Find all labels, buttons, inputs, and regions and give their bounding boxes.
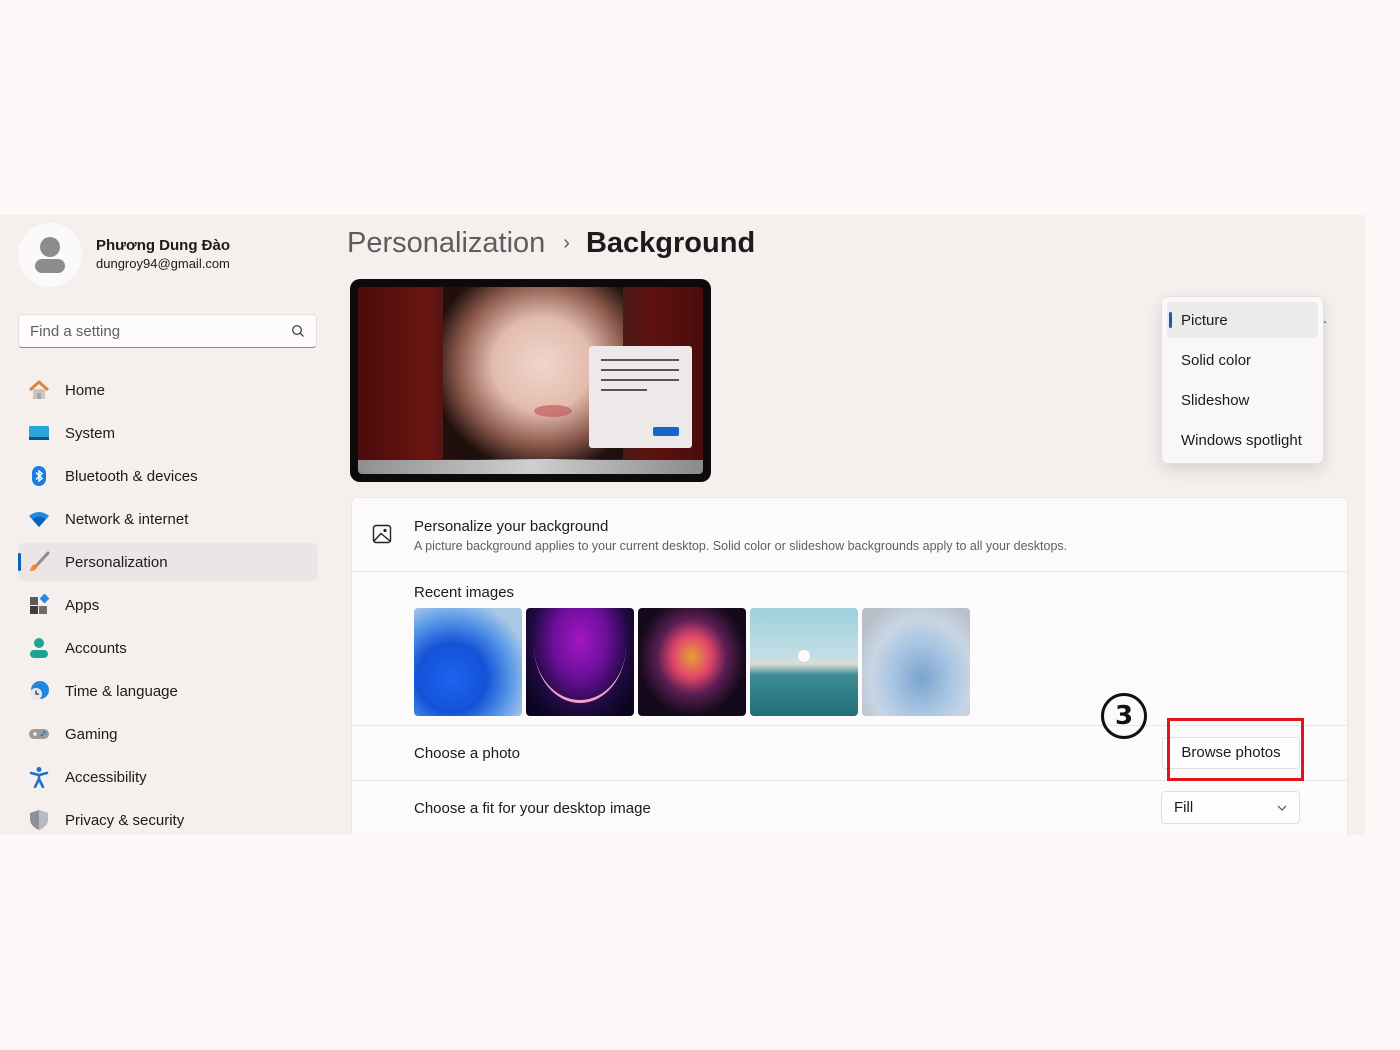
search-box[interactable] bbox=[18, 314, 317, 348]
recent-images-list bbox=[414, 608, 970, 716]
sidebar-item-accessibility[interactable]: Accessibility bbox=[18, 758, 318, 796]
wallpaper-preview-image bbox=[358, 287, 703, 474]
sidebar-item-network[interactable]: Network & internet bbox=[18, 500, 318, 538]
paintbrush-icon bbox=[28, 551, 50, 573]
personalize-background-row: Personalize your background A picture ba… bbox=[352, 498, 1347, 572]
sidebar-item-label: Personalization bbox=[65, 553, 168, 571]
gamepad-icon bbox=[28, 723, 50, 745]
sidebar-item-system[interactable]: System bbox=[18, 414, 318, 452]
sidebar-item-privacy[interactable]: Privacy & security bbox=[18, 801, 318, 835]
fit-select-value: Fill bbox=[1174, 799, 1194, 816]
sidebar-item-label: Bluetooth & devices bbox=[65, 467, 198, 485]
recent-image-thumbnail[interactable] bbox=[750, 608, 858, 716]
recent-images-row: Recent images bbox=[352, 572, 1347, 726]
user-profile[interactable]: Phương Dung Đào dungroy94@gmail.com bbox=[18, 223, 230, 287]
sidebar-item-accounts[interactable]: Accounts bbox=[18, 629, 318, 667]
apps-icon bbox=[28, 594, 50, 616]
shield-icon bbox=[28, 809, 50, 831]
dropdown-option-slideshow[interactable]: Slideshow bbox=[1167, 382, 1318, 418]
avatar bbox=[18, 223, 82, 287]
page-title: Background bbox=[585, 226, 756, 259]
background-settings-card: Personalize your background A picture ba… bbox=[351, 497, 1348, 835]
choose-photo-label: Choose a photo bbox=[414, 745, 520, 762]
chevron-right-icon: › bbox=[563, 231, 570, 254]
sidebar-item-gaming[interactable]: Gaming bbox=[18, 715, 318, 753]
home-icon bbox=[28, 379, 50, 401]
sidebar-item-label: System bbox=[65, 424, 116, 442]
sidebar-item-home[interactable]: Home bbox=[18, 371, 318, 409]
dropdown-option-windows-spotlight[interactable]: Windows spotlight bbox=[1167, 422, 1318, 458]
sidebar-item-label: Gaming bbox=[65, 725, 118, 743]
dropdown-option-picture[interactable]: Picture bbox=[1167, 302, 1318, 338]
avatar-head-icon bbox=[40, 237, 60, 257]
sidebar-nav: Home System Bluetooth & devices Network … bbox=[18, 371, 318, 835]
sidebar-item-personalization[interactable]: Personalization bbox=[18, 543, 318, 581]
chevron-down-icon bbox=[1277, 805, 1287, 811]
profile-email: dungroy94@gmail.com bbox=[96, 256, 230, 271]
bluetooth-icon bbox=[28, 465, 50, 487]
preview-taskbar bbox=[358, 460, 703, 474]
image-icon bbox=[372, 524, 392, 544]
breadcrumb: Personalization › Background bbox=[347, 223, 755, 263]
sidebar-item-label: Apps bbox=[65, 596, 100, 614]
recent-images-label: Recent images bbox=[414, 584, 515, 601]
profile-name: Phương Dung Đào bbox=[96, 237, 231, 254]
choose-fit-label: Choose a fit for your desktop image bbox=[414, 800, 651, 817]
desktop-preview bbox=[350, 279, 711, 482]
breadcrumb-parent[interactable]: Personalization bbox=[347, 227, 545, 260]
sidebar-item-label: Accounts bbox=[65, 639, 127, 657]
sidebar-item-apps[interactable]: Apps bbox=[18, 586, 318, 624]
sidebar-item-time-language[interactable]: Time & language bbox=[18, 672, 318, 710]
background-type-dropdown[interactable]: Picture Solid color Slideshow Windows sp… bbox=[1161, 296, 1324, 464]
preview-window-mockup bbox=[589, 346, 692, 448]
recent-image-thumbnail[interactable] bbox=[414, 608, 522, 716]
search-icon[interactable] bbox=[291, 324, 305, 338]
step-number-badge: 3 bbox=[1101, 693, 1147, 739]
sidebar-item-label: Network & internet bbox=[65, 510, 189, 528]
search-input[interactable] bbox=[30, 322, 291, 340]
globe-clock-icon bbox=[28, 680, 50, 702]
highlight-box bbox=[1167, 718, 1304, 781]
choose-fit-row: Choose a fit for your desktop image Fill bbox=[352, 781, 1347, 835]
fit-select[interactable]: Fill bbox=[1161, 791, 1300, 824]
sidebar-item-label: Time & language bbox=[65, 682, 178, 700]
recent-image-thumbnail[interactable] bbox=[638, 608, 746, 716]
accessibility-icon bbox=[28, 766, 50, 788]
recent-image-thumbnail[interactable] bbox=[862, 608, 970, 716]
system-icon bbox=[28, 422, 50, 444]
sidebar-item-label: Accessibility bbox=[65, 768, 147, 786]
accounts-icon bbox=[28, 637, 50, 659]
sidebar-item-bluetooth[interactable]: Bluetooth & devices bbox=[18, 457, 318, 495]
wifi-icon bbox=[28, 508, 50, 530]
sidebar-item-label: Privacy & security bbox=[65, 811, 185, 829]
sidebar-item-label: Home bbox=[65, 381, 106, 399]
personalize-description: A picture background applies to your cur… bbox=[414, 539, 1068, 553]
avatar-body-icon bbox=[35, 259, 65, 273]
recent-image-thumbnail[interactable] bbox=[526, 608, 634, 716]
dropdown-option-solid-color[interactable]: Solid color bbox=[1167, 342, 1318, 378]
personalize-title: Personalize your background bbox=[414, 518, 609, 535]
